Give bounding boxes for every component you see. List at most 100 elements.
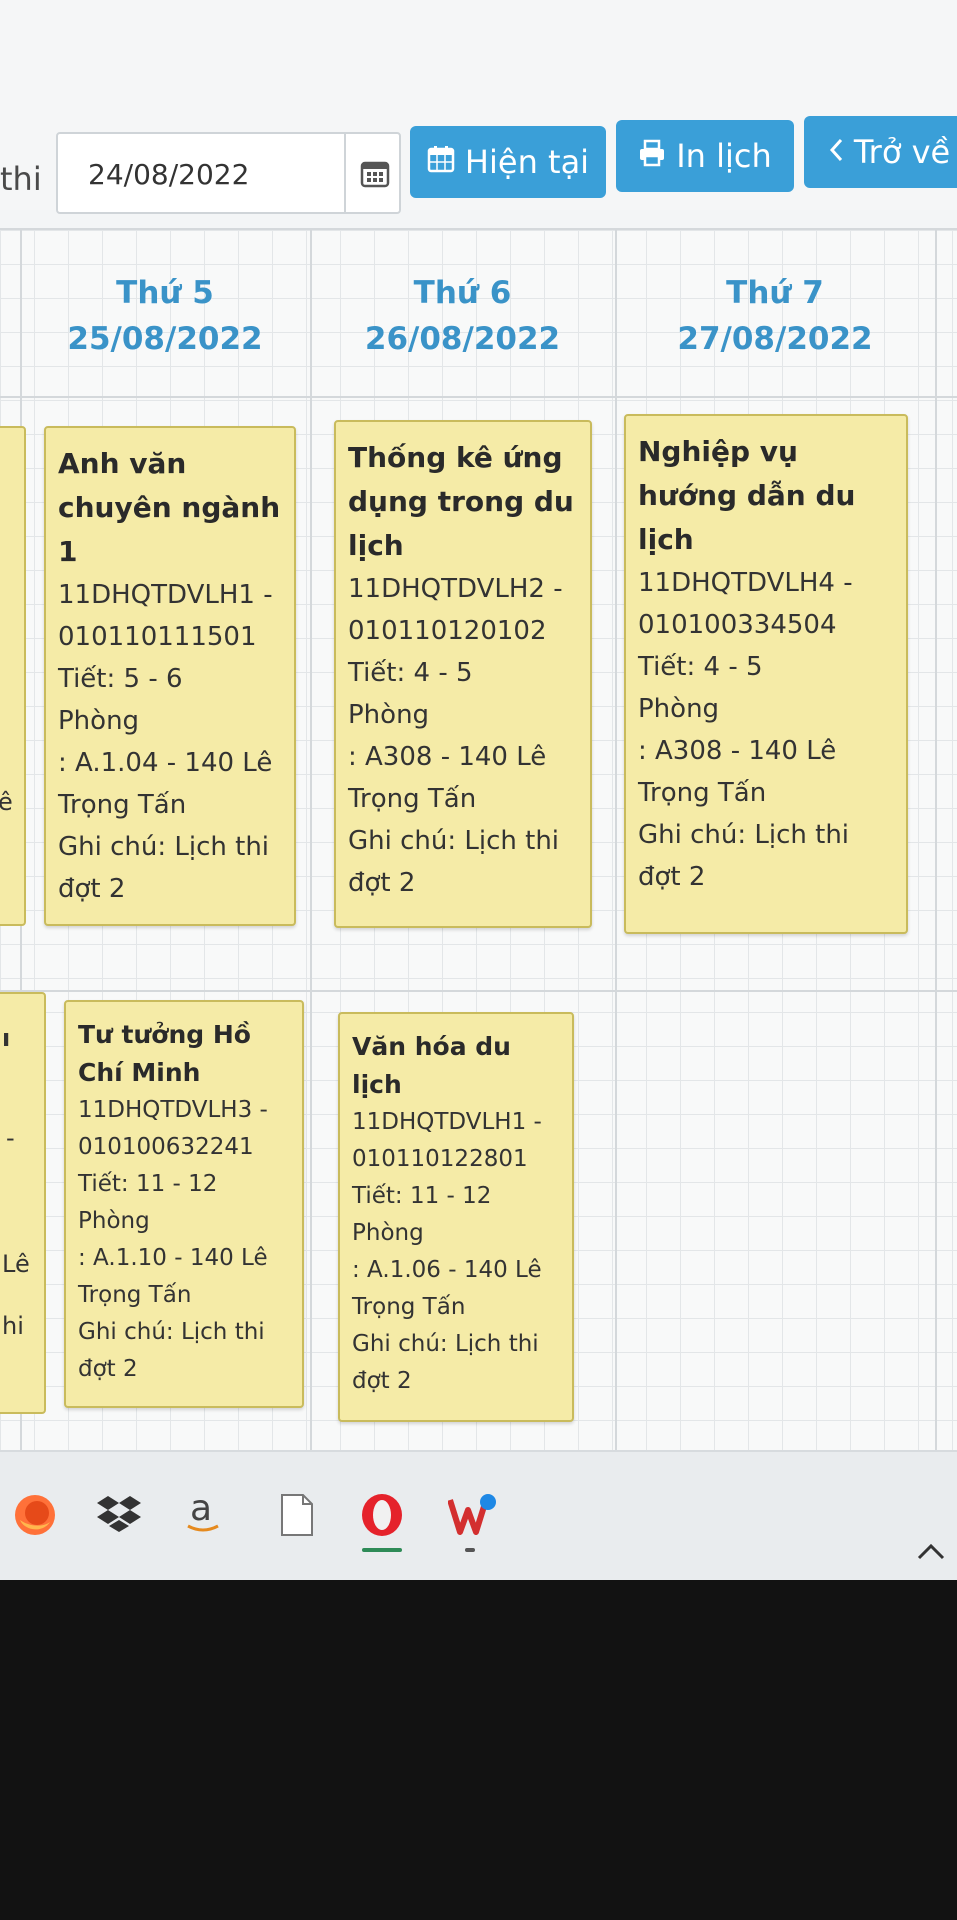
chevron-left-icon (828, 133, 844, 171)
schedule-grid: Thứ 5 25/08/2022 Thứ 6 26/08/2022 Thứ 7 … (0, 228, 957, 1460)
event-class-code: 11DHQTDVLH2 - (348, 574, 563, 604)
date-value[interactable]: 24/08/2022 (88, 158, 249, 191)
event-title-line: lịch (352, 1070, 402, 1099)
file-icon[interactable] (270, 1488, 324, 1542)
event-period: Tiết: 11 - 12 (78, 1171, 218, 1197)
current-button-label: Hiện tại (464, 143, 590, 181)
event-note: Ghi chú: Lịch thi (78, 1319, 265, 1345)
taskbar: a (0, 1450, 957, 1580)
event-title-line: Tư tưởng Hồ (78, 1020, 251, 1049)
day-header-thu5: Thứ 5 25/08/2022 (40, 270, 290, 362)
event-note: Ghi chú: Lịch thi (638, 820, 850, 850)
calendar-icon (427, 143, 455, 181)
partial-text: hi (2, 1312, 24, 1340)
event-class-code: 11DHQTDVLH1 - (352, 1109, 542, 1135)
event-room: : A308 - 140 Lê (348, 742, 547, 772)
event-room-label: Phòng (348, 700, 430, 730)
event-title-line: 1 (58, 535, 78, 568)
calendar-icon[interactable] (344, 134, 403, 212)
wps-office-icon[interactable] (446, 1488, 500, 1542)
chevron-up-icon[interactable] (904, 1524, 957, 1578)
day-date: 25/08/2022 (67, 321, 263, 357)
opera-icon[interactable] (355, 1488, 409, 1542)
day-header-thu7: Thứ 7 27/08/2022 (635, 270, 915, 362)
event-note-round: đợt 2 (78, 1356, 138, 1382)
event-card-partial[interactable]: ı - Lê hi (0, 992, 46, 1414)
event-card[interactable]: Tư tưởng Hồ Chí Minh 11DHQTDVLH3 - 01010… (64, 1000, 304, 1408)
column-divider (935, 230, 937, 1460)
active-app-indicator (362, 1548, 402, 1552)
event-title-line: hướng dẫn du (638, 479, 856, 512)
event-room-label: Phòng (58, 706, 140, 736)
amazon-icon[interactable]: a (176, 1488, 230, 1542)
event-room-street: Trọng Tấn (58, 790, 187, 820)
event-course-code: 010100632241 (78, 1134, 254, 1160)
event-class-code: 11DHQTDVLH1 - (58, 580, 273, 610)
event-room-label: Phòng (78, 1208, 150, 1234)
event-card[interactable]: Văn hóa du lịch 11DHQTDVLH1 - 0101101228… (338, 1012, 574, 1422)
event-title-line: Thống kê ứng (348, 441, 563, 474)
current-button[interactable]: Hiện tại (410, 126, 606, 198)
event-class-code: 11DHQTDVLH3 - (78, 1097, 268, 1123)
event-title-line: chuyên ngành (58, 491, 281, 524)
print-button[interactable]: In lịch (616, 120, 794, 192)
date-field[interactable]: 24/08/2022 (56, 132, 401, 214)
event-room: : A.1.04 - 140 Lê (58, 748, 273, 778)
event-period: Tiết: 4 - 5 (638, 652, 763, 682)
event-room-label: Phòng (638, 694, 720, 724)
event-course-code: 010110122801 (352, 1146, 528, 1172)
event-card[interactable]: Nghiệp vụ hướng dẫn du lịch 11DHQTDVLH4 … (624, 414, 908, 934)
event-class-code: 11DHQTDVLH4 - (638, 568, 853, 598)
event-room-street: Trọng Tấn (348, 784, 477, 814)
event-card-partial[interactable]: ê (0, 426, 26, 926)
firefox-icon[interactable] (8, 1488, 62, 1542)
amazon-letter: a (190, 1488, 213, 1529)
event-title-line: dụng trong du (348, 485, 574, 518)
day-name: Thứ 5 (116, 275, 214, 311)
event-note-round: đợt 2 (348, 868, 416, 898)
event-room: : A.1.10 - 140 Lê (78, 1245, 268, 1271)
event-title-line: Anh văn (58, 447, 187, 480)
column-divider (310, 230, 312, 1460)
event-card[interactable]: Thống kê ứng dụng trong du lịch 11DHQTDV… (334, 420, 592, 928)
back-button[interactable]: Trở về (804, 116, 957, 188)
event-note: Ghi chú: Lịch thi (348, 826, 560, 856)
browser-screen: thi 24/08/2022 Hiện tại In lịch Trở về T… (0, 0, 957, 1580)
event-period: Tiết: 5 - 6 (58, 664, 183, 694)
day-header-thu6: Thứ 6 26/08/2022 (330, 270, 595, 362)
column-divider (615, 230, 617, 1460)
event-title-line: lịch (348, 529, 404, 562)
day-date: 27/08/2022 (677, 321, 873, 357)
event-room-label: Phòng (352, 1220, 424, 1246)
running-app-indicator (465, 1548, 475, 1552)
event-period: Tiết: 4 - 5 (348, 658, 473, 688)
event-room: : A.1.06 - 140 Lê (352, 1257, 542, 1283)
date-label: thi (0, 160, 42, 198)
partial-text: - (6, 1124, 15, 1152)
event-course-code: 010110111501 (58, 622, 257, 652)
back-button-label: Trở về (853, 133, 951, 171)
toolbar: thi 24/08/2022 Hiện tại In lịch Trở về (0, 0, 957, 214)
day-name: Thứ 7 (726, 275, 824, 311)
event-note-round: đợt 2 (58, 874, 126, 904)
event-room-street: Trọng Tấn (638, 778, 767, 808)
event-note-round: đợt 2 (638, 862, 706, 892)
event-room-street: Trọng Tấn (78, 1282, 192, 1308)
event-card[interactable]: Anh văn chuyên ngành 1 11DHQTDVLH1 - 010… (44, 426, 296, 926)
event-room-street: Trọng Tấn (352, 1294, 466, 1320)
event-course-code: 010110120102 (348, 616, 547, 646)
event-title-line: lịch (638, 523, 694, 556)
event-note: Ghi chú: Lịch thi (352, 1331, 539, 1357)
partial-text: Lê (2, 1250, 30, 1278)
printer-icon (638, 137, 666, 175)
print-button-label: In lịch (676, 137, 772, 175)
day-name: Thứ 6 (413, 275, 512, 311)
event-title-line: Văn hóa du (352, 1032, 511, 1061)
event-note-round: đợt 2 (352, 1368, 412, 1394)
session-divider (0, 990, 957, 992)
event-period: Tiết: 11 - 12 (352, 1183, 492, 1209)
partial-text: ê (0, 788, 13, 816)
event-title-line: Nghiệp vụ (638, 435, 798, 468)
event-title-line: Chí Minh (78, 1058, 201, 1087)
dropbox-icon[interactable] (92, 1488, 146, 1542)
